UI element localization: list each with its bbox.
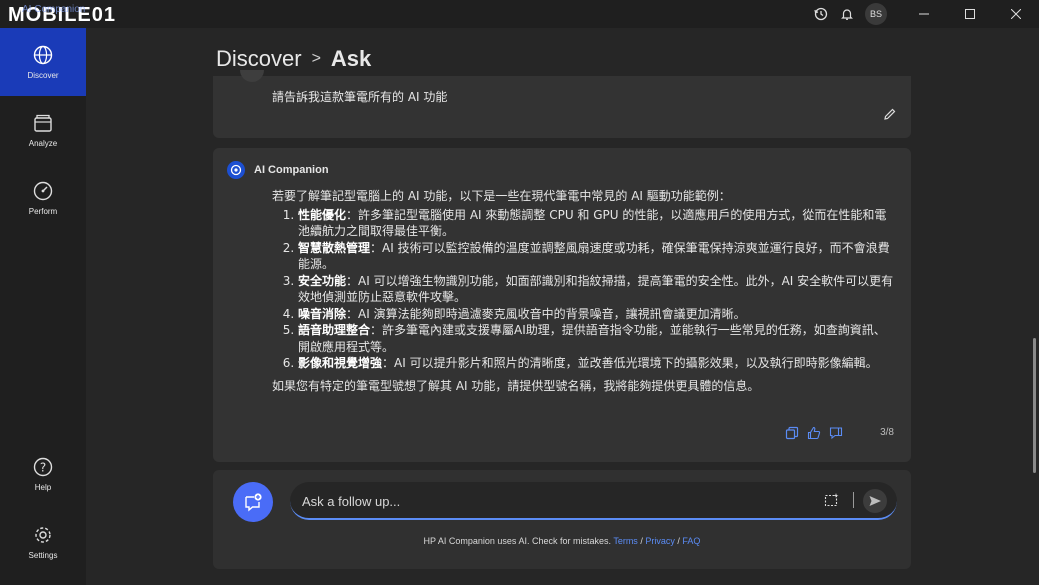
page-title: Ask [330,46,372,71]
message-actions [785,426,851,440]
gauge-icon [33,181,53,200]
sidebar-item-settings[interactable]: Settings [0,508,86,576]
scrollbar[interactable] [1033,338,1036,473]
help-icon: ? [33,457,53,476]
list-item: 性能優化：許多筆記型電腦使用 AI 來動態調整 CPU 和 GPU 的性能，以適… [298,207,894,240]
new-chat-icon [245,493,262,512]
ask-input-wrapper [290,482,897,520]
faq-link[interactable]: FAQ [682,536,700,546]
sidebar-item-label: Perform [28,206,58,216]
disclaimer-text: HP AI Companion uses AI. Check for mista… [423,536,611,546]
ask-input[interactable] [300,490,804,512]
ai-sender: AI Companion [227,161,329,179]
sidebar-item-analyze[interactable]: Analyze [0,96,86,164]
user-message-card: 請告訴我這款筆電所有的 AI 功能 [213,70,911,138]
sidebar-item-perform[interactable]: Perform [0,164,86,232]
svg-text:?: ? [40,460,46,474]
history-icon[interactable] [809,2,833,26]
ai-intro: 若要了解筆記型電腦上的 AI 功能，以下是一些在現代筆電中常見的 AI 驅動功能… [272,189,731,203]
list-item: 安全功能：AI 可以增強生物識別功能，如面部識別和指紋掃描，提高筆電的安全性。此… [298,273,894,306]
main-panel: Discover > Ask 請告訴我這款筆電所有的 AI 功能 AI Comp… [86,28,1039,585]
copy-icon[interactable] [785,426,799,440]
input-divider [853,492,854,508]
ai-closing: 如果您有特定的筆電型號想了解其 AI 功能，請提供型號名稱，我將能夠提供更具體的… [272,378,760,393]
close-icon[interactable] [993,0,1039,28]
sidebar-item-label: Help [34,482,52,492]
avatar[interactable]: BS [865,3,887,25]
window-title: AI Companion [22,4,86,15]
breadcrumb-separator: > [311,50,321,67]
new-chat-button[interactable] [233,482,273,522]
composer: HP AI Companion uses AI. Check for mista… [213,470,911,569]
response-page-indicator: 3/8 [880,427,894,438]
ai-companion-icon [227,161,245,179]
user-avatar [240,70,264,82]
breadcrumb-discover[interactable]: Discover [216,46,302,72]
thumbs-up-icon[interactable] [807,426,821,440]
privacy-link[interactable]: Privacy [645,536,675,546]
sidebar-item-label: Discover [27,70,59,80]
screen-snip-icon[interactable] [824,492,840,512]
list-item: 影像和視覺增強：AI 可以提升影片和照片的清晰度，並改善低光環境下的攝影效果，以… [298,355,894,372]
link-separator: / [640,536,643,546]
ai-message-body: 若要了解筆記型電腦上的 AI 功能，以下是一些在現代筆電中常見的 AI 驅動功能… [272,188,894,394]
sidebar-item-label: Settings [28,550,58,560]
breadcrumb: Discover > Ask [216,46,371,72]
ai-message-card: AI Companion 若要了解筆記型電腦上的 AI 功能，以下是一些在現代筆… [213,148,911,462]
title-bar: AI Companion MOBILE01 BS [0,0,1039,28]
globe-icon [33,45,53,64]
sidebar: Discover Analyze Perform ? Help Settings [0,28,86,585]
maximize-icon[interactable] [947,0,993,28]
minimize-icon[interactable] [901,0,947,28]
ai-disclaimer: HP AI Companion uses AI. Check for mista… [213,536,911,546]
sidebar-item-discover[interactable]: Discover [0,28,86,96]
edit-icon[interactable] [883,106,897,125]
sidebar-item-label: Analyze [28,138,58,148]
user-message-text: 請告訴我這款筆電所有的 AI 功能 [272,90,448,104]
ai-feature-list: 性能優化：許多筆記型電腦使用 AI 來動態調整 CPU 和 GPU 的性能，以適… [272,207,894,372]
sidebar-item-help[interactable]: ? Help [0,440,86,508]
terms-link[interactable]: Terms [613,536,638,546]
link-separator: / [677,536,680,546]
list-item: 噪音消除：AI 演算法能夠即時過濾麥克風收音中的背景噪音，讓視訊會議更加清晰。 [298,306,894,323]
bell-icon[interactable] [835,2,859,26]
gear-icon [35,526,51,543]
feedback-icon[interactable] [829,426,843,440]
list-item: 智慧散熱管理：AI 技術可以監控設備的溫度並調整風扇速度或功耗，確保筆電保持涼爽… [298,240,894,273]
app-logo: AI Companion MOBILE01 [8,4,116,28]
ai-sender-name: AI Companion [254,164,329,176]
folder-icon [34,114,52,132]
send-button[interactable] [863,489,887,513]
send-icon [869,496,881,506]
list-item: 語音助理整合：許多筆電內建或支援專屬AI助理，提供語音指令功能，並能執行一些常見… [298,322,894,355]
